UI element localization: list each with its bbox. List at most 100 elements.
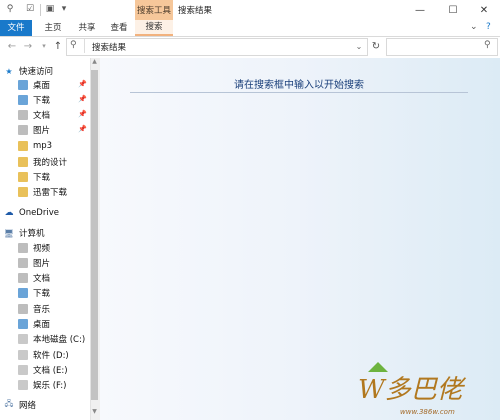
- tab-home[interactable]: 主页: [40, 20, 66, 36]
- search-icon[interactable]: ⚲: [484, 40, 496, 52]
- back-arrow-icon[interactable]: ←: [6, 40, 18, 52]
- tab-search[interactable]: 搜索: [135, 20, 173, 36]
- search-input[interactable]: [386, 38, 498, 56]
- window-title: 搜索结果: [178, 6, 213, 16]
- download-folder-icon: [18, 288, 28, 298]
- folder-icon: [18, 172, 28, 182]
- sidebar-item-quick-access[interactable]: ★ 快速访问: [4, 64, 53, 78]
- sidebar-item-label: 音乐: [33, 305, 51, 315]
- sidebar-item-label: 娱乐 (F:): [33, 381, 67, 391]
- download-folder-icon: [18, 95, 28, 105]
- help-icon[interactable]: ?: [486, 22, 498, 34]
- minimize-button[interactable]: —: [404, 0, 436, 20]
- properties-icon[interactable]: ☑: [24, 3, 36, 15]
- sidebar-item-label: 桌面: [33, 81, 51, 91]
- sidebar-item-label: 图片: [33, 259, 51, 269]
- pin-icon[interactable]: 📌: [78, 95, 87, 103]
- watermark-logo: W多巴佬: [358, 362, 467, 405]
- star-icon: ★: [5, 66, 13, 76]
- tab-file[interactable]: 文件: [0, 20, 32, 36]
- document-folder-icon: [18, 273, 28, 283]
- sidebar-item-downloads-2[interactable]: 下载: [18, 170, 50, 184]
- sidebar-item-my-design[interactable]: 我的设计: [18, 155, 67, 169]
- sidebar-item-downloads[interactable]: 下载: [18, 93, 50, 107]
- tab-view[interactable]: 查看: [106, 20, 132, 36]
- folder-icon: [18, 187, 28, 197]
- pin-icon[interactable]: 📌: [78, 125, 87, 133]
- scrollbar-thumb[interactable]: [91, 70, 98, 400]
- sidebar-item-label: 下载: [33, 96, 51, 106]
- folder-icon: [18, 157, 28, 167]
- computer-icon: 🖥: [3, 228, 15, 238]
- video-folder-icon: [18, 243, 28, 253]
- sidebar-item-drive-e[interactable]: 文档 (E:): [18, 363, 68, 377]
- recent-locations-icon[interactable]: ▾: [38, 40, 50, 52]
- tab-share[interactable]: 共享: [74, 20, 100, 36]
- sidebar-item-desktop[interactable]: 桌面: [18, 78, 50, 92]
- desktop-folder-icon: [18, 80, 28, 90]
- chevron-down-icon[interactable]: ▾: [58, 3, 70, 15]
- empty-search-message: 请在搜索框中输入以开始搜索: [234, 80, 364, 91]
- refresh-icon[interactable]: ↻: [368, 38, 384, 54]
- sidebar-item-videos[interactable]: 视频: [18, 241, 50, 255]
- sidebar-item-onedrive[interactable]: ☁ OneDrive: [4, 206, 59, 220]
- sidebar-item-desktop-2[interactable]: 桌面: [18, 317, 50, 331]
- sidebar-item-downloads-3[interactable]: 下载: [18, 286, 50, 300]
- sidebar-item-network[interactable]: 🖧 网络: [4, 398, 36, 412]
- hard-drive-icon: [18, 334, 28, 344]
- sidebar-item-pictures[interactable]: 图片: [18, 123, 50, 137]
- forward-arrow-icon[interactable]: →: [22, 40, 34, 52]
- cloud-icon: ☁: [4, 208, 14, 218]
- pin-icon[interactable]: 📌: [78, 80, 87, 88]
- address-path[interactable]: 搜索结果: [92, 41, 126, 53]
- divider: [130, 92, 468, 93]
- network-icon: 🖧: [4, 399, 14, 408]
- sidebar-item-documents[interactable]: 文档: [18, 108, 50, 122]
- search-icon[interactable]: ⚲: [4, 3, 16, 15]
- folder-icon: [18, 141, 28, 151]
- chevron-down-icon[interactable]: ⌄: [470, 22, 482, 34]
- chevron-down-icon[interactable]: ⌄: [352, 38, 366, 54]
- sidebar-item-label: 文档 (E:): [33, 366, 68, 376]
- picture-folder-icon: [18, 125, 28, 135]
- sidebar-item-label: 我的设计: [33, 158, 68, 168]
- sidebar-item-xunlei-downloads[interactable]: 迅雷下载: [18, 185, 67, 199]
- hard-drive-icon: [18, 365, 28, 375]
- music-folder-icon: [18, 304, 28, 314]
- scroll-down-icon[interactable]: ▼: [90, 408, 99, 418]
- sidebar-item-drive-c[interactable]: 本地磁盘 (C:): [18, 332, 85, 346]
- hard-drive-icon: [18, 380, 28, 390]
- sidebar-item-label: 桌面: [33, 320, 51, 330]
- hard-drive-icon: [18, 350, 28, 360]
- sidebar-item-label: 网络: [19, 401, 37, 411]
- maximize-button[interactable]: ☐: [437, 0, 469, 20]
- sidebar-item-label: 软件 (D:): [33, 351, 69, 361]
- sidebar-item-label: 图片: [33, 126, 51, 136]
- sidebar-item-label: 下载: [33, 173, 51, 183]
- sidebar-item-documents-2[interactable]: 文档: [18, 271, 50, 285]
- sidebar-item-label: 视频: [33, 244, 51, 254]
- sidebar-item-pictures-2[interactable]: 图片: [18, 256, 50, 270]
- sidebar-item-label: 快速访问: [19, 67, 54, 77]
- sidebar-item-label: 文档: [33, 111, 51, 121]
- sidebar-item-label: 计算机: [19, 229, 45, 239]
- sidebar-item-label: OneDrive: [19, 208, 59, 218]
- close-button[interactable]: ✕: [468, 0, 500, 20]
- document-folder-icon: [18, 110, 28, 120]
- new-folder-icon[interactable]: ▣: [44, 3, 56, 15]
- sidebar-item-label: 文档: [33, 274, 51, 284]
- search-icon: ⚲: [70, 40, 77, 50]
- watermark-leaf-icon: [368, 362, 388, 372]
- up-arrow-icon[interactable]: ↑: [52, 40, 64, 52]
- sidebar-item-mp3[interactable]: mp3: [18, 139, 52, 153]
- sidebar-item-label: 下载: [33, 289, 51, 299]
- sidebar-item-music[interactable]: 音乐: [18, 302, 50, 316]
- pin-icon[interactable]: 📌: [78, 110, 87, 118]
- scroll-up-icon[interactable]: ▲: [90, 58, 99, 68]
- desktop-folder-icon: [18, 319, 28, 329]
- context-tab-group-label: 搜索工具: [136, 6, 171, 16]
- sidebar-item-computer[interactable]: 🖥 计算机: [4, 226, 45, 240]
- sidebar-item-drive-d[interactable]: 软件 (D:): [18, 348, 69, 362]
- picture-folder-icon: [18, 258, 28, 268]
- sidebar-item-drive-f[interactable]: 娱乐 (F:): [18, 378, 66, 392]
